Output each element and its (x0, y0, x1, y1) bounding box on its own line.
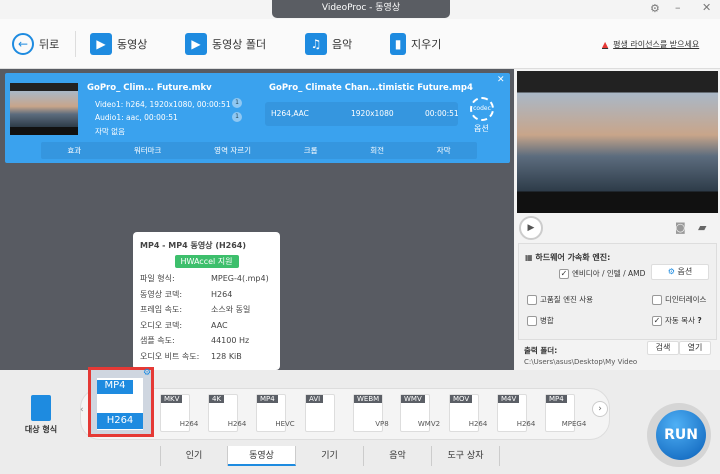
duration-info: 00:00:51 (425, 109, 459, 118)
hardware-chip-icon: ▦ (525, 253, 536, 262)
toolbar: ← 뒤로 ▶ 동영상 ▶ 동영상 폴더 ♫ 음악 ▮ 지우기 ▲ 평생 라이선스를 받으세요 (0, 19, 720, 69)
hwaccel-badge: HWAccel 지원 (174, 255, 239, 268)
tooltip-row: 동영상 코덱: H264 (140, 289, 233, 299)
output-folder-label: 출력 폴더: (524, 346, 558, 355)
play-button[interactable]: ▶ (519, 216, 543, 240)
video-thumbnail (10, 83, 78, 135)
output-filename[interactable]: GoPro_ Climate Chan...timistic Future.mp… (269, 83, 473, 93)
scroll-right-button[interactable]: › (592, 401, 608, 417)
settings-gear-icon[interactable]: ⚙ (650, 2, 660, 15)
deinterlace-checkbox[interactable]: 디인터레이스 (652, 294, 706, 305)
scroll-left-button[interactable]: ‹ (80, 405, 84, 415)
tooltip-title: MP4 - MP4 동영상 (H264) (140, 241, 247, 250)
format-item[interactable]: M4V H264 (497, 394, 535, 432)
tooltip-row: 샘플 속도: 44100 Hz (140, 336, 250, 346)
add-folder-label: 동영상 폴더 (212, 38, 267, 51)
format-item[interactable]: WMV WMV2 (400, 394, 440, 432)
output-info: H264,AAC 1920x1080 00:00:51 (265, 102, 459, 126)
open-folder-icon[interactable]: ▰ (698, 221, 706, 234)
tooltip-row: 오디오 비트 속도: 128 KiB (140, 351, 242, 361)
rotate-button[interactable]: 회전 (370, 145, 384, 156)
format-item[interactable]: MP4 HEVC (256, 394, 295, 432)
hw-option-button[interactable]: ⚙ 옵션 (651, 264, 709, 280)
format-item[interactable]: MKV H264 (160, 394, 198, 432)
hw-vendor-checkbox[interactable]: ✓ 엔비디아 / 인텔 / AMD (559, 268, 645, 279)
window-title: VideoProc - 동영상 (272, 0, 450, 18)
snapshot-camera-icon[interactable]: ◙ (675, 221, 686, 234)
resolution-info: 1920x1080 (351, 109, 394, 118)
tooltip-row: 프레임 속도: 소스와 동일 (140, 305, 251, 315)
back-arrow-icon: ← (12, 33, 34, 55)
high-quality-checkbox[interactable]: 고품질 엔진 사용 (527, 294, 593, 305)
edit-toolbar: 효과 워터마크 영역 자르기 크롭 회전 자막 (41, 142, 477, 159)
format-tooltip: MP4 - MP4 동영상 (H264) HWAccel 지원 파일 형식: MP… (133, 232, 280, 370)
browse-button[interactable]: 검색 (647, 341, 679, 355)
format-item[interactable]: MOV H264 (449, 394, 487, 432)
target-format-button[interactable]: 대상 형식 (15, 395, 67, 435)
run-button[interactable]: RUN (656, 410, 706, 460)
license-link[interactable]: ▲ 평생 라이선스를 받으세요 (602, 29, 699, 59)
back-button[interactable]: ← 뒤로 (12, 29, 59, 59)
cut-button[interactable]: 영역 자르기 (214, 145, 251, 156)
video-track[interactable]: Video1: h264, 1920x1080, 00:00:51 (95, 100, 231, 109)
output-path[interactable]: C:\Users\asus\Desktop\My Video (524, 358, 637, 366)
audio-track[interactable]: Audio1: aac, 00:00:51 (95, 113, 178, 122)
target-format-icon (31, 395, 51, 421)
merge-checkbox[interactable]: 병합 (527, 315, 554, 326)
close-button[interactable]: ✕ (702, 1, 711, 14)
add-music-label: 음악 (332, 38, 353, 51)
format-item[interactable]: WEBM VP8 (353, 394, 389, 432)
format-settings-gear-icon[interactable]: ⚙ (143, 368, 151, 378)
subtitle-track[interactable]: 자막 없음 (95, 126, 125, 137)
codec-info: H264,AAC (271, 109, 309, 118)
selected-format-codec: H264 (97, 413, 143, 429)
tooltip-row: 파일 형식: MPEG-4(.mp4) (140, 274, 269, 284)
tab-music[interactable]: 음악 (364, 446, 432, 466)
minimize-button[interactable]: – (675, 1, 681, 14)
tab-toolbox[interactable]: 도구 상자 (432, 446, 500, 466)
help-icon[interactable]: ? (697, 316, 701, 325)
preview-player[interactable] (517, 71, 718, 213)
format-item[interactable]: 4K H264 (208, 394, 246, 432)
video-track-badge[interactable]: 1 (232, 98, 242, 108)
open-button[interactable]: 열기 (679, 341, 711, 355)
watermark-button[interactable]: 워터마크 (134, 145, 162, 156)
codec-gear-icon[interactable]: codec (470, 97, 494, 121)
subtitle-button[interactable]: 자막 (437, 145, 451, 156)
file-item-card[interactable]: GoPro_ Clim... Future.mkv Video1: h264, … (5, 73, 510, 163)
back-label: 뒤로 (39, 38, 60, 51)
santa-hat-icon: ▲ (602, 39, 609, 49)
add-music-button[interactable]: ♫ 음악 (305, 29, 352, 59)
add-video-folder-button[interactable]: ▶ 동영상 폴더 (185, 29, 266, 59)
tooltip-row: 오디오 코덱: AAC (140, 320, 228, 330)
tab-popular[interactable]: 인기 (160, 446, 228, 466)
selected-format[interactable]: MP4 H264 ⚙ (88, 367, 154, 437)
license-label: 평생 라이선스를 받으세요 (613, 39, 700, 49)
auto-copy-checkbox[interactable]: ✓ 자동 복사 ? (652, 315, 702, 326)
add-video-button[interactable]: ▶ 동영상 (90, 29, 147, 59)
remove-file-icon[interactable]: ✕ (497, 75, 505, 85)
source-filename: GoPro_ Clim... Future.mkv (87, 83, 212, 93)
effect-button[interactable]: 효과 (67, 145, 81, 156)
target-format-label: 대상 형식 (24, 425, 58, 434)
hw-accel-title: ▦ 하드웨어 가속화 엔진: (525, 253, 611, 262)
settings-box: ▦ 하드웨어 가속화 엔진: ✓ 엔비디아 / 인텔 / AMD ⚙ 옵션 고품질… (518, 243, 717, 340)
tab-video[interactable]: 동영상 (228, 446, 296, 466)
clear-button[interactable]: ▮ 지우기 (390, 29, 441, 59)
audio-track-badge[interactable]: 1 (232, 112, 242, 122)
right-panel: ▶ ◙ ▰ ▦ 하드웨어 가속화 엔진: ✓ 엔비디아 / 인텔 / AMD ⚙ … (515, 69, 720, 370)
add-video-icon: ▶ (90, 33, 112, 55)
clear-label: 지우기 (411, 38, 442, 51)
trash-icon: ▮ (390, 33, 406, 55)
music-icon: ♫ (305, 33, 327, 55)
format-item[interactable]: MP4 MPEG4 (545, 394, 586, 432)
selected-format-container: MP4 (97, 380, 133, 394)
add-video-label: 동영상 (117, 38, 148, 51)
folder-video-icon: ▶ (185, 33, 207, 55)
format-item[interactable]: AVI (305, 394, 335, 432)
divider (75, 31, 76, 57)
codec-option-label[interactable]: 옵션 (474, 123, 489, 134)
crop-button[interactable]: 크롭 (304, 145, 318, 156)
tab-device[interactable]: 기기 (296, 446, 364, 466)
